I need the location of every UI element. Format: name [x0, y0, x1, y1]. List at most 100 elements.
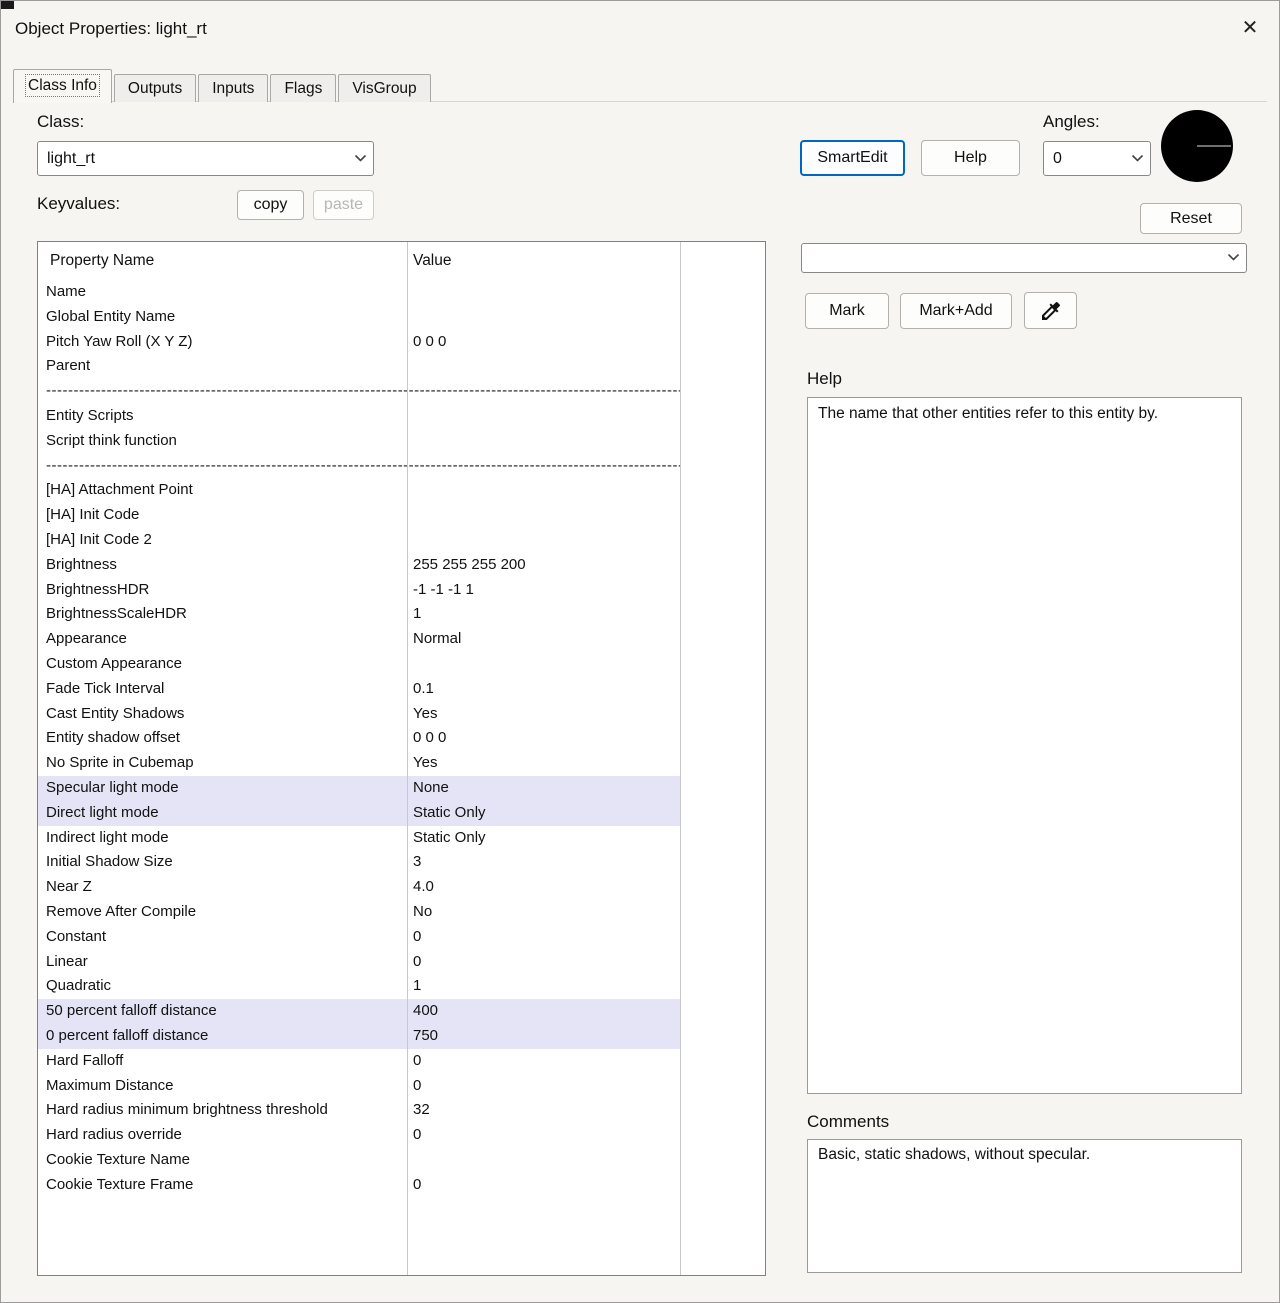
class-dropdown-value: light_rt — [47, 149, 96, 167]
table-row[interactable]: BrightnessHDR -1 -1 -1 1 — [38, 578, 765, 603]
property-name-cell: [HA] Attachment Point — [46, 481, 193, 499]
angle-dial[interactable] — [1161, 110, 1233, 182]
chevron-down-icon — [1220, 249, 1246, 267]
table-row[interactable]: Name — [38, 280, 765, 305]
tab-inputs[interactable]: Inputs — [198, 74, 269, 102]
property-name-cell: Fade Tick Interval — [46, 679, 165, 697]
table-row[interactable]: Initial Shadow Size 3 — [38, 850, 765, 875]
tab-visgroup[interactable]: VisGroup — [338, 74, 431, 102]
divider-row-text: ----------------------------------------… — [46, 382, 680, 400]
property-name-cell: Hard radius override — [46, 1126, 182, 1144]
property-name-cell: Near Z — [46, 878, 92, 896]
table-row[interactable]: Maximum Distance 0 — [38, 1074, 765, 1099]
property-value-cell: 0 0 0 — [413, 332, 447, 350]
help-text: The name that other entities refer to th… — [818, 405, 1159, 422]
property-name-cell: BrightnessScaleHDR — [46, 605, 187, 623]
reset-button[interactable]: Reset — [1140, 203, 1242, 234]
close-icon[interactable]: ✕ — [1231, 10, 1269, 46]
table-row[interactable]: [HA] Init Code 2 — [38, 528, 765, 553]
table-row[interactable]: Appearance Normal — [38, 627, 765, 652]
table-row[interactable]: Cookie Texture Frame 0 — [38, 1173, 765, 1198]
table-row[interactable]: Fade Tick Interval 0.1 — [38, 677, 765, 702]
property-value-cell: Yes — [413, 704, 438, 722]
object-properties-dialog: Object Properties: light_rt ✕ Class Info… — [0, 0, 1280, 1303]
table-row[interactable]: [HA] Init Code — [38, 503, 765, 528]
tab-class-info[interactable]: Class Info — [13, 69, 112, 103]
table-row[interactable]: Brightness 255 255 255 200 — [38, 553, 765, 578]
property-name-cell: 0 percent falloff distance — [38, 1023, 407, 1049]
table-row[interactable]: ----------------------------------------… — [38, 454, 765, 479]
property-value-cell — [407, 1148, 680, 1173]
table-row[interactable]: BrightnessScaleHDR 1 — [38, 602, 765, 627]
table-row[interactable]: 50 percent falloff distance 400 — [38, 999, 765, 1024]
column-divider — [407, 242, 408, 1275]
angles-label: Angles: — [1043, 112, 1100, 131]
property-value-cell — [407, 354, 680, 379]
help-text-box: The name that other entities refer to th… — [807, 397, 1242, 1094]
keyvalue-filter-dropdown[interactable] — [801, 243, 1247, 273]
table-row[interactable]: Pitch Yaw Roll (X Y Z) 0 0 0 — [38, 330, 765, 355]
table-row[interactable]: Linear 0 — [38, 950, 765, 975]
header-property-name: Property Name — [50, 252, 155, 269]
property-table-header: Property Name Value — [38, 242, 765, 280]
table-row[interactable]: Direct light mode Static Only — [38, 800, 765, 826]
copy-button[interactable]: copy — [237, 190, 304, 220]
table-row[interactable]: Entity Scripts — [38, 404, 765, 429]
chevron-down-icon — [347, 150, 373, 168]
tab-label: Inputs — [212, 80, 255, 97]
property-name-cell: Hard radius minimum brightness threshold — [46, 1101, 328, 1119]
tab-label: Flags — [284, 80, 323, 97]
chevron-down-icon — [1124, 150, 1150, 168]
help-button[interactable]: Help — [921, 140, 1020, 176]
mark-button[interactable]: Mark — [805, 293, 889, 329]
property-value-cell: 750 — [407, 1023, 680, 1049]
property-value-cell — [407, 503, 680, 528]
table-row[interactable]: Quadratic 1 — [38, 974, 765, 999]
property-value-cell: 0 0 0 — [413, 729, 447, 747]
table-row[interactable]: Hard Falloff 0 — [38, 1049, 765, 1074]
property-name-cell: Entity Scripts — [46, 406, 134, 424]
table-row[interactable]: Entity shadow offset 0 0 0 — [38, 726, 765, 751]
divider-row-text: ----------------------------------------… — [46, 456, 680, 474]
table-row[interactable]: Custom Appearance — [38, 652, 765, 677]
mark-add-button[interactable]: Mark+Add — [900, 293, 1012, 329]
table-row[interactable]: Specular light mode None — [38, 775, 765, 801]
table-row[interactable]: Indirect light mode Static Only — [38, 826, 765, 851]
tab-flags[interactable]: Flags — [270, 74, 337, 102]
table-row[interactable]: ----------------------------------------… — [38, 379, 765, 404]
eyedropper-icon — [1039, 301, 1063, 327]
table-row[interactable]: Hard radius override 0 — [38, 1123, 765, 1148]
property-value-cell: No — [413, 902, 433, 920]
table-row[interactable]: Global Entity Name — [38, 305, 765, 330]
property-value-cell: None — [407, 775, 680, 801]
table-row[interactable]: Cookie Texture Name — [38, 1148, 765, 1173]
table-row[interactable]: Script think function — [38, 429, 765, 454]
property-value-cell: 1 — [413, 605, 422, 623]
property-name-cell: [HA] Init Code 2 — [46, 530, 152, 548]
comments-box[interactable]: Basic, static shadows, without specular. — [807, 1139, 1242, 1273]
tab-label: Outputs — [127, 80, 183, 97]
class-label: Class: — [37, 112, 85, 131]
table-row[interactable]: 0 percent falloff distance 750 — [38, 1023, 765, 1049]
comments-label: Comments — [807, 1112, 890, 1131]
property-name-cell: Linear — [46, 952, 88, 970]
property-name-cell: Cookie Texture Frame — [46, 1175, 194, 1193]
paste-button[interactable]: paste — [313, 190, 374, 220]
table-row[interactable]: Remove After Compile No — [38, 900, 765, 925]
smartedit-button[interactable]: SmartEdit — [800, 140, 905, 176]
property-name-cell: Hard Falloff — [46, 1051, 124, 1069]
class-dropdown[interactable]: light_rt — [37, 141, 374, 176]
property-name-cell: Global Entity Name — [46, 307, 176, 325]
property-value-cell — [407, 429, 680, 454]
property-value-cell: Static Only — [407, 800, 680, 826]
table-row[interactable]: No Sprite in Cubemap Yes — [38, 751, 765, 776]
eyedropper-button[interactable] — [1024, 292, 1077, 329]
table-row[interactable]: Near Z 4.0 — [38, 875, 765, 900]
table-row[interactable]: Parent — [38, 354, 765, 379]
table-row[interactable]: Constant 0 — [38, 925, 765, 950]
table-row[interactable]: Cast Entity Shadows Yes — [38, 702, 765, 727]
table-row[interactable]: Hard radius minimum brightness threshold… — [38, 1098, 765, 1123]
table-row[interactable]: [HA] Attachment Point — [38, 478, 765, 503]
angles-dropdown[interactable]: 0 — [1043, 141, 1151, 176]
tab-outputs[interactable]: Outputs — [113, 74, 197, 102]
